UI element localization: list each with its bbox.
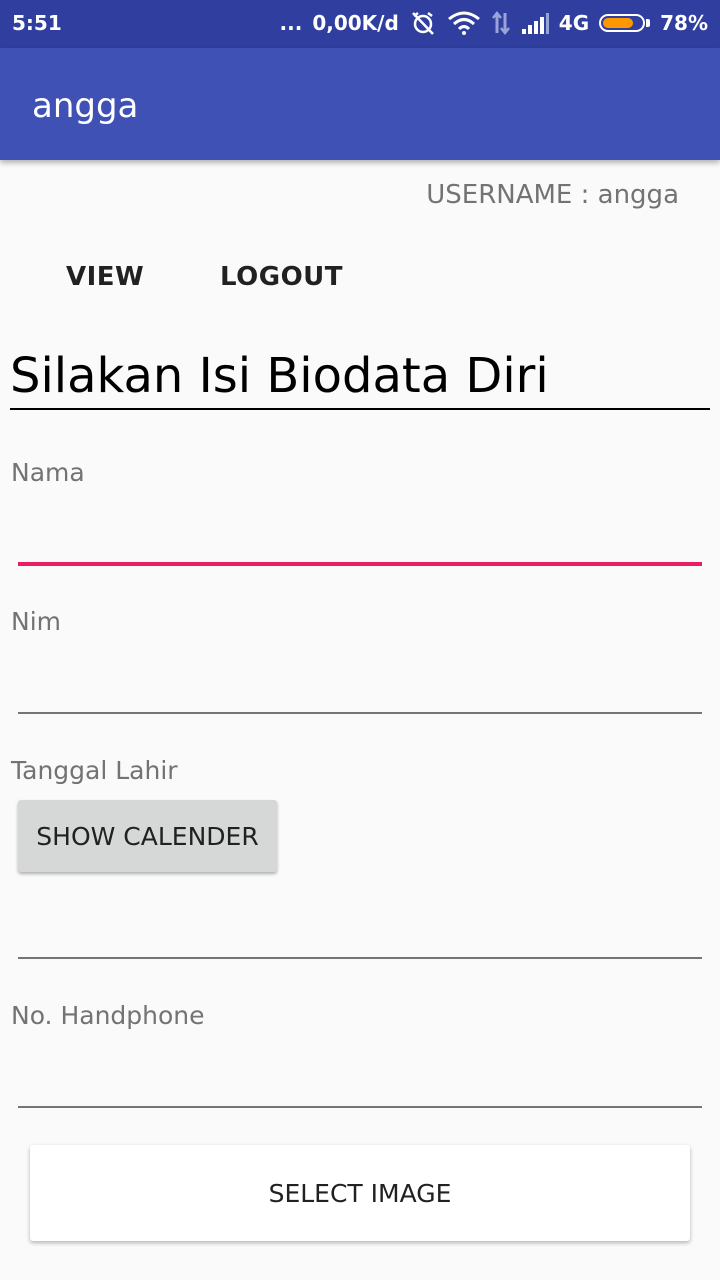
app-title: angga [32, 86, 139, 126]
select-image-button[interactable]: SELECT IMAGE [30, 1145, 690, 1241]
battery-percent: 78% [660, 11, 708, 35]
status-time: 5:51 [12, 11, 62, 35]
show-calendar-button[interactable]: SHOW CALENDER [18, 800, 277, 872]
alarm-off-icon [409, 10, 437, 36]
nama-label: Nama [11, 458, 85, 487]
status-dots: ... [279, 11, 303, 35]
nim-label: Nim [11, 607, 61, 636]
battery-body [599, 14, 646, 32]
username-text: USERNAME : angga [426, 180, 679, 210]
handphone-label: No. Handphone [11, 1001, 205, 1030]
net-speed: 0,00K/d [312, 11, 399, 35]
wifi-icon [447, 11, 481, 35]
nim-field[interactable] [18, 674, 702, 714]
signal-icon [521, 12, 549, 34]
view-button[interactable]: VIEW [66, 262, 144, 292]
status-icons: ... 0,00K/d 4G 78% [280, 10, 708, 36]
tanggal-lahir-label: Tanggal Lahir [11, 756, 178, 785]
app-bar: angga [0, 48, 720, 160]
network-type: 4G [558, 11, 590, 35]
status-bar: 5:51 ... 0,00K/d 4G 78% [0, 0, 720, 48]
battery-tip [646, 19, 651, 27]
nama-field[interactable] [18, 526, 702, 566]
battery-fill [603, 18, 633, 28]
handphone-field[interactable] [18, 1068, 702, 1108]
data-arrows-icon [491, 11, 511, 35]
logout-button[interactable]: LOGOUT [220, 262, 343, 292]
battery-icon [599, 14, 651, 32]
tanggal-lahir-field[interactable] [18, 919, 702, 959]
form-heading: Silakan Isi Biodata Diri [10, 344, 710, 410]
